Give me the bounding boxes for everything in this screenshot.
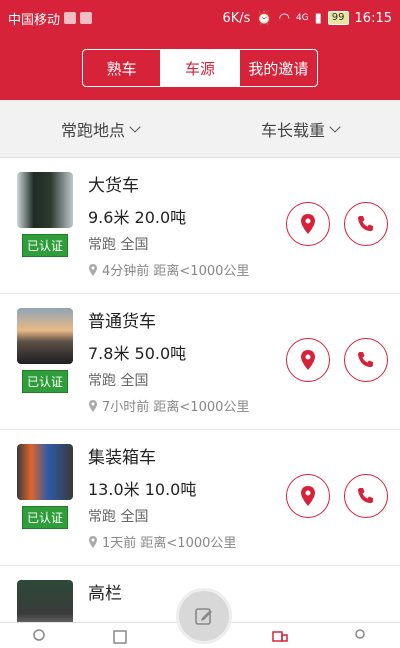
image-notification-icon xyxy=(80,12,93,24)
status-bar: 中国移动 6K/s ⏰ ◠ 4G ▮ 99 16:15 xyxy=(0,0,400,36)
location-filter-label: 常跑地点 xyxy=(60,120,125,140)
truck-name: 高栏 xyxy=(88,584,122,604)
truck-icon[interactable] xyxy=(271,627,289,645)
truck-meta: 7小时前 距离<1000公里 xyxy=(102,400,250,415)
call-button[interactable] xyxy=(344,474,388,518)
verified-badge: 已认证 xyxy=(21,506,68,529)
length-load-filter-label: 车长载重 xyxy=(260,120,325,140)
document-icon[interactable] xyxy=(111,627,129,645)
tab-truck-source[interactable]: 车源 xyxy=(161,50,240,86)
call-button[interactable] xyxy=(344,338,388,382)
truck-meta: 4分钟前 距离<1000公里 xyxy=(102,264,250,279)
length-load-filter[interactable]: 车长载重 xyxy=(200,117,400,141)
alarm-icon: ⏰ xyxy=(256,10,273,26)
edit-icon xyxy=(195,608,212,625)
segment-control: 熟车 车源 我的邀请 xyxy=(82,49,318,87)
tab-my-invitations[interactable]: 我的邀请 xyxy=(240,50,317,86)
network-type: 4G xyxy=(295,13,309,23)
location-button[interactable] xyxy=(286,202,330,246)
carrier-label: 中国移动 xyxy=(8,12,61,28)
truck-name: 集装箱车 xyxy=(88,448,156,468)
chevron-down-icon xyxy=(329,120,341,133)
location-filter[interactable]: 常跑地点 xyxy=(0,117,200,141)
phone-icon xyxy=(358,488,373,503)
location-pin-icon xyxy=(301,486,315,506)
location-pin-icon xyxy=(89,399,97,412)
location-button[interactable] xyxy=(286,338,330,382)
chevron-down-icon xyxy=(129,120,141,133)
tab-familiar-trucks[interactable]: 熟车 xyxy=(83,50,162,86)
truck-photo xyxy=(17,172,73,228)
list-item[interactable]: 已认证 大货车 9.6米 20.0吨 常跑 全国 4分钟前 距离<1000公里 xyxy=(0,158,400,294)
profile-icon[interactable] xyxy=(351,627,369,645)
phone-icon xyxy=(358,216,373,231)
phone-icon xyxy=(358,352,373,367)
wifi-icon: ◠ xyxy=(278,10,290,26)
truck-name: 大货车 xyxy=(88,176,139,196)
call-button[interactable] xyxy=(344,202,388,246)
verified-badge: 已认证 xyxy=(21,234,68,257)
truck-photo xyxy=(17,444,73,500)
location-pin-icon xyxy=(89,535,97,548)
location-button[interactable] xyxy=(286,474,330,518)
publish-button[interactable] xyxy=(176,588,232,644)
clock: 16:15 xyxy=(354,10,392,26)
verified-badge: 已认证 xyxy=(21,370,68,393)
search-icon[interactable] xyxy=(31,627,49,645)
truck-list: 已认证 大货车 9.6米 20.0吨 常跑 全国 4分钟前 距离<1000公里 … xyxy=(0,158,400,636)
truck-name: 普通货车 xyxy=(88,312,156,332)
header: 熟车 车源 我的邀请 xyxy=(0,36,400,100)
signal-icon: ▮ xyxy=(314,10,322,26)
filter-bar: 常跑地点 车长载重 xyxy=(0,100,400,158)
list-item[interactable]: 已认证 普通货车 7.8米 50.0吨 常跑 全国 7小时前 距离<1000公里 xyxy=(0,294,400,430)
location-pin-icon xyxy=(301,350,315,370)
location-pin-icon xyxy=(89,263,97,276)
notification-icon xyxy=(64,12,77,24)
truck-photo xyxy=(17,308,73,364)
truck-meta: 1天前 距离<1000公里 xyxy=(102,536,237,551)
list-item[interactable]: 已认证 集装箱车 13.0米 10.0吨 常跑 全国 1天前 距离<1000公里 xyxy=(0,430,400,566)
network-speed: 6K/s xyxy=(222,10,251,26)
location-pin-icon xyxy=(301,214,315,234)
battery-icon: 99 xyxy=(327,11,349,25)
